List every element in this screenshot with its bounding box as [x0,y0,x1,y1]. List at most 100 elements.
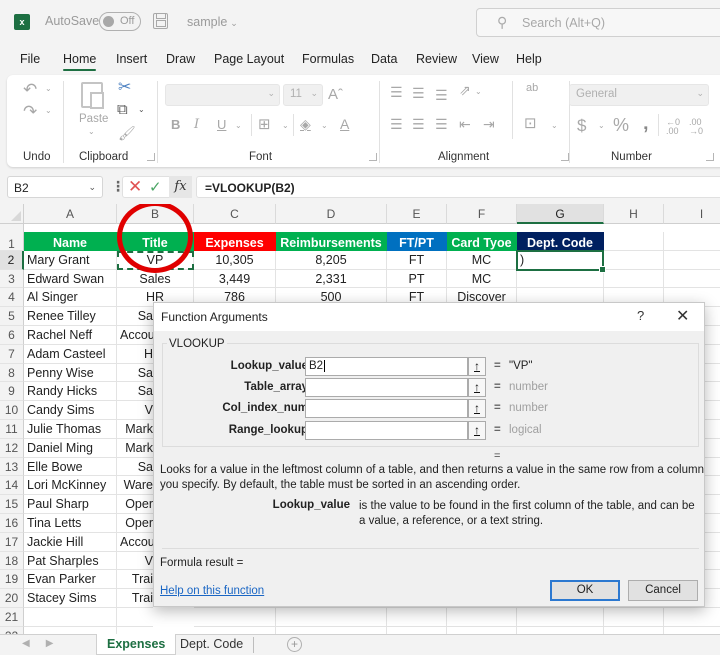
name-cell[interactable] [24,608,117,627]
tab-help[interactable]: Help [516,52,542,66]
column-header-f[interactable]: F [447,204,517,224]
cell[interactable]: 2,331 [276,269,387,289]
cell[interactable] [604,626,664,634]
increase-decimal-icon[interactable]: ←0.00 [666,118,680,136]
row-header[interactable]: 16 [0,514,24,533]
arg-input-col-index-num[interactable] [305,399,468,418]
name-box[interactable]: B2 ⌄ [7,176,103,198]
align-middle-icon[interactable]: ☰ [412,86,425,100]
cell[interactable] [447,626,517,634]
cancel-button[interactable]: Cancel [628,580,698,601]
arg-input-table-array[interactable] [305,378,468,397]
name-cell[interactable]: Mary Grant [24,250,117,270]
percent-button[interactable]: % [613,116,629,134]
header-cell[interactable]: Reimbursements [276,232,387,251]
row-header[interactable]: 5 [0,307,24,326]
cell[interactable]: Ware [117,476,153,496]
cell[interactable]: Oper [117,514,153,533]
arg-input-lookup-value[interactable]: B2 [305,357,468,376]
arg-input-range-lookup[interactable] [305,421,468,440]
row-header[interactable]: 4 [0,288,24,308]
sheet-nav-arrows-icon[interactable]: ◀▶ [22,638,69,649]
row-header[interactable]: 10 [0,401,24,420]
font-size-select[interactable]: 11 ⌄ [283,84,323,106]
sheet-tab-dept-code[interactable]: Dept. Code [170,637,255,653]
row-header[interactable]: 8 [0,363,24,383]
number-launcher-icon[interactable] [706,153,714,161]
filename-dropdown[interactable]: sample ⌄ [187,15,238,29]
align-right-icon[interactable]: ☰ [435,117,448,131]
undo-icon[interactable]: ↶ [23,81,37,98]
ok-button[interactable]: OK [550,580,620,601]
comma-style-button[interactable]: ‚ [643,113,649,133]
font-color-icon[interactable]: A [340,117,349,131]
row-header[interactable]: 2 [0,250,24,270]
cancel-entry-icon[interactable]: ✕ [128,177,142,197]
cell[interactable]: Accou [117,533,153,552]
font-name-select[interactable]: ⌄ [165,84,280,106]
tab-formulas[interactable]: Formulas [302,52,354,66]
row-header[interactable]: 9 [0,382,24,402]
name-cell[interactable]: Penny Wise [24,363,117,383]
borders-icon[interactable]: ⊞ [258,117,271,132]
cell[interactable] [604,250,664,270]
row-header[interactable]: 11 [0,420,24,439]
cell[interactable] [664,608,720,627]
copy-icon[interactable]: ⧉ [117,102,128,117]
cell[interactable] [194,626,276,634]
cell[interactable] [447,608,517,627]
cell[interactable] [517,608,604,627]
cell[interactable] [604,232,664,251]
orientation-dropdown-icon[interactable]: ⌄ [475,88,482,96]
merge-dropdown-icon[interactable]: ⌄ [551,122,558,130]
tab-view[interactable]: View [472,52,499,66]
tab-insert[interactable]: Insert [116,52,147,66]
sheet-tab-expenses[interactable]: Expenses [96,634,177,655]
cell[interactable] [387,608,447,627]
tab-data[interactable]: Data [371,52,397,66]
name-cell[interactable]: Julie Thomas [24,420,117,439]
cut-icon[interactable]: ✂ [118,80,131,96]
active-cell-g2[interactable] [516,249,606,273]
name-cell[interactable]: Adam Casteel [24,344,117,364]
row-header[interactable]: 12 [0,438,24,458]
column-header-h[interactable]: H [604,204,664,224]
name-cell[interactable]: Elle Bowe [24,457,117,477]
cell[interactable]: H [117,345,153,364]
cell[interactable]: 10,305 [194,250,276,270]
cell[interactable]: Trai [117,570,153,590]
cell[interactable]: Sa [117,458,153,477]
row-header[interactable]: 19 [0,570,24,590]
name-cell[interactable]: Al Singer [24,288,117,308]
paste-label[interactable]: Paste [79,113,108,125]
cell[interactable] [664,251,720,270]
cell[interactable]: Mark [117,439,153,458]
row-header[interactable]: 21 [0,608,24,627]
cell[interactable] [517,626,604,634]
undo-dropdown-icon[interactable]: ⌄ [45,85,52,93]
row-header[interactable]: 13 [0,457,24,477]
row-header[interactable]: 3 [0,269,24,289]
header-cell[interactable]: Name [24,232,117,251]
row-header[interactable]: 7 [0,344,24,364]
cell[interactable] [664,232,720,251]
column-header-g[interactable]: G [517,204,604,224]
merge-center-icon[interactable]: ⊡ [524,116,537,131]
autosave-toggle[interactable]: Off [99,12,141,31]
cell[interactable]: V [117,552,153,571]
align-left-icon[interactable]: ☰ [390,117,403,131]
fill-color-dropdown-icon[interactable]: ⌄ [321,122,328,130]
cell[interactable] [604,269,664,289]
cell[interactable]: Sa [117,307,153,326]
name-cell[interactable]: Randy Hicks [24,382,117,402]
close-icon[interactable]: ✕ [676,306,689,326]
row-header[interactable]: 18 [0,551,24,571]
font-launcher-icon[interactable] [369,153,377,161]
cell[interactable] [604,608,664,627]
collapse-dialog-icon[interactable]: ↑ [468,399,486,418]
help-icon[interactable]: ? [637,308,644,323]
name-cell[interactable]: Jackie Hill [24,532,117,552]
increase-font-icon[interactable]: Aˆ [328,87,343,102]
collapse-dialog-icon[interactable]: ↑ [468,378,486,397]
header-cell[interactable]: Expenses [194,232,276,251]
